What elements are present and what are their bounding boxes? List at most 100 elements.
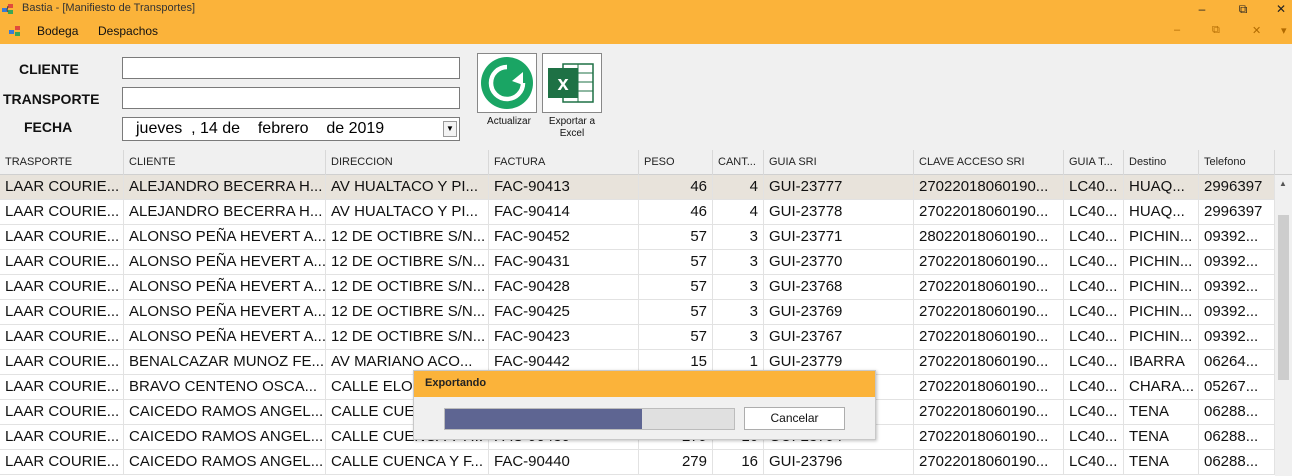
cell-guia-transporte[interactable]: LC40... [1064,225,1124,250]
cell-telefono[interactable]: 06288... [1199,450,1275,475]
cell-factura[interactable]: FAC-90414 [489,200,639,225]
cell-peso[interactable]: 57 [639,225,713,250]
cell-clave-acceso[interactable]: 28022018060190... [914,225,1064,250]
mdi-minimize-button[interactable]: – [1174,24,1180,36]
cell-trasporte[interactable]: LAAR COURIE... [0,325,124,350]
table-row[interactable]: LAAR COURIE... ALONSO PEÑA HEVERT A... 12 … [0,250,1275,275]
cell-guia-sri[interactable]: GUI-23777 [764,175,914,200]
cell-guia-transporte[interactable]: LC40... [1064,425,1124,450]
export-excel-button[interactable]: x [542,53,602,113]
cell-cliente[interactable]: BENALCAZAR MUNOZ FE... [124,350,326,375]
cell-cantidad[interactable]: 3 [713,225,764,250]
cell-cliente[interactable]: ALEJANDRO BECERRA H... [124,175,326,200]
cell-factura[interactable]: FAC-90440 [489,450,639,475]
cell-direccion[interactable]: 12 DE OCTIBRE S/N... [326,325,489,350]
cell-direccion[interactable]: 12 DE OCTIBRE S/N... [326,250,489,275]
column-header-cantidad[interactable]: CANT... [713,150,764,175]
cell-factura[interactable]: FAC-90431 [489,250,639,275]
column-header-telefono[interactable]: Telefono [1199,150,1275,175]
cell-direccion[interactable]: CALLE CUENCA Y F... [326,450,489,475]
cell-clave-acceso[interactable]: 27022018060190... [914,425,1064,450]
mdi-menu-arrow[interactable]: ▾ [1281,24,1287,37]
cell-trasporte[interactable]: LAAR COURIE... [0,250,124,275]
cell-direccion[interactable]: 12 DE OCTIBRE S/N... [326,275,489,300]
cell-telefono[interactable]: 06264... [1199,350,1275,375]
cancel-button[interactable]: Cancelar [744,407,845,430]
refresh-button[interactable] [477,53,537,113]
cell-direccion[interactable]: AV HUALTACO Y PI... [326,200,489,225]
cell-destino[interactable]: TENA [1124,425,1199,450]
cell-telefono[interactable]: 06288... [1199,425,1275,450]
cell-guia-transporte[interactable]: LC40... [1064,250,1124,275]
cell-guia-sri[interactable]: GUI-23778 [764,200,914,225]
table-row[interactable]: LAAR COURIE... ALONSO PEÑA HEVERT A... 12 … [0,300,1275,325]
cell-clave-acceso[interactable]: 27022018060190... [914,275,1064,300]
cell-destino[interactable]: PICHIN... [1124,300,1199,325]
menu-bodega[interactable]: Bodega [37,24,78,38]
cell-cliente[interactable]: CAICEDO RAMOS ANGEL... [124,400,326,425]
cell-trasporte[interactable]: LAAR COURIE... [0,425,124,450]
cell-trasporte[interactable]: LAAR COURIE... [0,300,124,325]
cell-cliente[interactable]: ALEJANDRO BECERRA H... [124,200,326,225]
cell-guia-sri[interactable]: GUI-23771 [764,225,914,250]
cell-trasporte[interactable]: LAAR COURIE... [0,450,124,475]
cell-direccion[interactable]: AV HUALTACO Y PI... [326,175,489,200]
cell-destino[interactable]: HUAQ... [1124,200,1199,225]
cell-clave-acceso[interactable]: 27022018060190... [914,350,1064,375]
cell-guia-transporte[interactable]: LC40... [1064,200,1124,225]
cell-telefono[interactable]: 2996397 [1199,200,1275,225]
column-header-cliente[interactable]: CLIENTE [124,150,326,175]
cell-trasporte[interactable]: LAAR COURIE... [0,175,124,200]
cell-peso[interactable]: 57 [639,250,713,275]
column-header-clave-acceso[interactable]: CLAVE ACCESO SRI [914,150,1064,175]
mdi-restore-button[interactable]: ⧉ [1212,24,1220,37]
column-header-peso[interactable]: PESO [639,150,713,175]
cell-guia-transporte[interactable]: LC40... [1064,450,1124,475]
cell-trasporte[interactable]: LAAR COURIE... [0,400,124,425]
table-row[interactable]: LAAR COURIE... CAICEDO RAMOS ANGEL... CALL… [0,450,1275,475]
cell-guia-sri[interactable]: GUI-23767 [764,325,914,350]
cell-telefono[interactable]: 09392... [1199,325,1275,350]
cell-cantidad[interactable]: 16 [713,450,764,475]
cell-factura[interactable]: FAC-90413 [489,175,639,200]
maximize-button[interactable]: ⧉ [1228,0,1258,20]
cell-clave-acceso[interactable]: 27022018060190... [914,450,1064,475]
cell-peso[interactable]: 57 [639,275,713,300]
scroll-up-icon[interactable]: ▲ [1279,179,1287,188]
minimize-button[interactable]: – [1187,0,1217,20]
cell-clave-acceso[interactable]: 27022018060190... [914,200,1064,225]
cliente-input[interactable] [122,57,460,79]
cell-destino[interactable]: TENA [1124,400,1199,425]
cell-trasporte[interactable]: LAAR COURIE... [0,350,124,375]
cell-guia-sri[interactable]: GUI-23768 [764,275,914,300]
chevron-down-icon[interactable]: ▼ [443,121,457,137]
cell-cantidad[interactable]: 3 [713,275,764,300]
cell-destino[interactable]: CHARA... [1124,375,1199,400]
cell-trasporte[interactable]: LAAR COURIE... [0,275,124,300]
cell-cliente[interactable]: BRAVO CENTENO OSCA... [124,375,326,400]
cell-telefono[interactable]: 2996397 [1199,175,1275,200]
scrollbar-thumb[interactable] [1278,215,1289,380]
cell-telefono[interactable]: 09392... [1199,300,1275,325]
table-row[interactable]: LAAR COURIE... ALONSO PEÑA HEVERT A... 12 … [0,225,1275,250]
table-row[interactable]: LAAR COURIE... ALEJANDRO BECERRA H... AV H… [0,200,1275,225]
cell-telefono[interactable]: 06288... [1199,400,1275,425]
cell-peso[interactable]: 57 [639,325,713,350]
cell-destino[interactable]: PICHIN... [1124,275,1199,300]
cell-guia-transporte[interactable]: LC40... [1064,375,1124,400]
cell-destino[interactable]: HUAQ... [1124,175,1199,200]
cell-clave-acceso[interactable]: 27022018060190... [914,175,1064,200]
cell-guia-transporte[interactable]: LC40... [1064,350,1124,375]
vertical-scrollbar[interactable]: ▲ [1275,175,1292,476]
cell-peso[interactable]: 279 [639,450,713,475]
table-row[interactable]: LAAR COURIE... ALONSO PEÑA HEVERT A... 12 … [0,275,1275,300]
cell-factura[interactable]: FAC-90425 [489,300,639,325]
cell-peso[interactable]: 46 [639,200,713,225]
cell-guia-sri[interactable]: GUI-23796 [764,450,914,475]
cell-cliente[interactable]: ALONSO PEÑA HEVERT A... [124,275,326,300]
cell-telefono[interactable]: 09392... [1199,225,1275,250]
cell-guia-transporte[interactable]: LC40... [1064,175,1124,200]
column-header-guia-transporte[interactable]: GUIA T... [1064,150,1124,175]
cell-destino[interactable]: PICHIN... [1124,325,1199,350]
cell-guia-sri[interactable]: GUI-23770 [764,250,914,275]
